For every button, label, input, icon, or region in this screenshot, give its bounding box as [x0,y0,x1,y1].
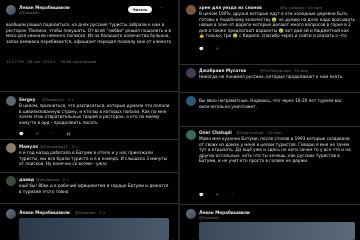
reply-handle: @Dokabeh [199,215,220,220]
attached-image[interactable] [199,222,355,240]
avatar[interactable] [186,5,196,15]
reply-text: ещё бы! 80кк и в рабочий официантом в се… [19,183,169,194]
reply-author[interactable]: Олег Chatupli [199,130,232,135]
reply-handle: @TheTengbrage · 53 мин [260,68,309,73]
post-text: вообщем решил поделиться, на днях русски… [6,22,172,44]
retweet-icon[interactable]: ⟲ [216,46,219,51]
reply-icon[interactable]: 💬 [19,131,24,136]
reply-text: я и год назад работала в Батуми в отеле … [19,150,168,167]
reply-actions: 💬 ⟲ ♡ [199,46,234,51]
divider [180,204,360,205]
author-handle[interactable]: @Dokabeh [19,10,40,15]
reply-author[interactable]: Sergey [19,97,36,102]
divider [0,91,178,92]
follow-button[interactable]: Читать [128,6,152,13]
divider [0,203,178,204]
avatar[interactable] [186,209,196,219]
reply-icon[interactable]: 💬 [199,192,204,197]
reply-author[interactable]: Леван Мерабишвили [19,210,70,215]
avatar[interactable] [6,96,16,106]
retweet-icon[interactable]: ⟲ [36,131,39,136]
left-thread-column: Леван Мерабишвили @Dokabeh Читать ··· во… [0,0,178,240]
reply-icon[interactable]: 💬 [199,46,204,51]
divider [180,64,360,65]
reply-text: Никогда не понимал русских, которые прод… [199,74,344,79]
right-thread-column: хрен для уезда из слонов @iu_osloway · 4… [180,0,360,240]
avatar[interactable] [186,96,196,106]
reply-text: Вы явно неграмотные. Надеюсь, что через … [199,98,342,109]
reply-handle: @Sergey10 · 3 ч [42,97,74,102]
retweet-icon[interactable]: ⟲ [216,192,219,197]
reply-text: В целом, признаться, что расписаться, ко… [19,103,170,125]
avatar[interactable] [186,68,196,78]
avatar[interactable] [6,143,16,153]
divider [180,92,360,93]
more-icon[interactable]: ··· [158,5,163,11]
like-icon[interactable]: ♡ [231,192,234,197]
reply-handle: @Dokabeh · 2 ч [75,210,106,215]
avatar[interactable] [6,176,16,186]
reply-text: Мамо мня кухонно Батуми, после столов в … [199,136,351,164]
attached-image[interactable] [19,218,169,240]
avatar[interactable] [6,5,16,15]
reply-author[interactable]: хрен для уезда из слонов [199,5,262,10]
post-meta: 11:17 PM · 28 сен. 2024 г. · 56,6K просм… [6,59,97,64]
reply-handle: @Gamodlog12 · 3 ч [40,144,78,149]
like-icon[interactable]: ♡ [231,46,234,51]
divider [180,126,360,127]
avatar[interactable] [186,130,196,140]
reply-handle: @OlegChatupli · 24 мин [236,130,282,135]
reply-author[interactable]: Мамуля [19,144,38,149]
reply-author[interactable]: давид [19,177,34,182]
divider [0,172,178,173]
like-icon[interactable]: ♡ [51,131,54,136]
reply-handle: @davidshox · 2 ч [36,177,69,182]
views-icon[interactable]: ▮▮ [66,131,70,136]
reply-actions: 💬 ⟲ ♡ [199,192,234,197]
reply-handle: @iu_osloway · 49 мин [280,5,322,10]
avatar[interactable] [6,209,16,219]
reply-text: В целом 100%, друзья которые едут в эти … [199,11,355,39]
reply-author[interactable]: Джабраил Мусатов [199,68,246,73]
reply-actions: 💬 ⟲ ♡ ▮▮ [19,131,71,136]
divider [0,139,178,140]
